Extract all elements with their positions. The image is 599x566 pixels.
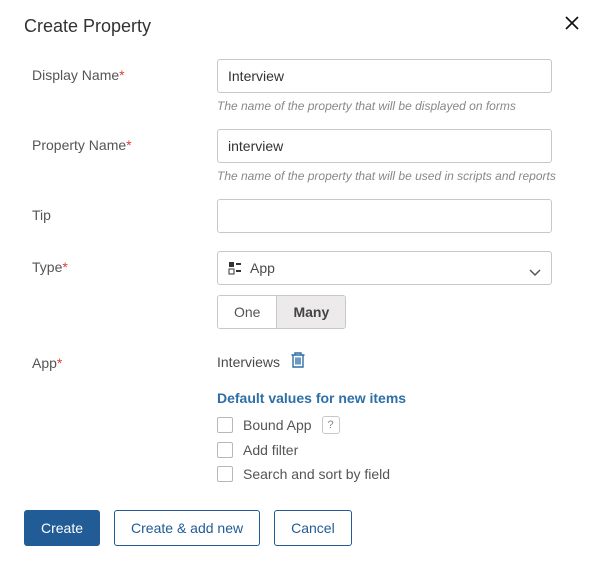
tip-label: Tip	[32, 199, 217, 251]
property-name-label: Property Name*	[32, 129, 217, 199]
display-name-input[interactable]	[217, 59, 552, 93]
create-property-modal: Create Property Display Name* The name o…	[0, 0, 599, 566]
add-filter-checkbox[interactable]	[217, 442, 233, 458]
close-icon	[563, 14, 581, 32]
app-type-icon	[228, 261, 242, 275]
create-add-new-button[interactable]: Create & add new	[114, 510, 260, 546]
display-name-label: Display Name*	[32, 59, 217, 129]
help-icon: ?	[327, 419, 333, 431]
display-name-label-text: Display Name	[32, 67, 119, 83]
search-sort-label: Search and sort by field	[243, 466, 390, 482]
chevron-down-icon	[529, 264, 541, 280]
create-button[interactable]: Create	[24, 510, 100, 546]
property-name-label-text: Property Name	[32, 137, 126, 153]
form-body: Display Name* The name of the property t…	[24, 59, 575, 490]
required-asterisk: *	[126, 137, 131, 153]
tip-label-text: Tip	[32, 207, 51, 223]
cardinality-one[interactable]: One	[218, 296, 276, 328]
type-select-value: App	[250, 260, 275, 276]
type-select[interactable]: App	[217, 251, 552, 285]
required-asterisk: *	[62, 259, 67, 275]
cardinality-toggle: One Many	[217, 295, 346, 329]
cardinality-many[interactable]: Many	[276, 296, 345, 328]
app-value: Interviews	[217, 354, 280, 370]
property-name-input[interactable]	[217, 129, 552, 163]
defaults-section-title: Default values for new items	[217, 390, 575, 406]
tip-input[interactable]	[217, 199, 552, 233]
search-sort-checkbox[interactable]	[217, 466, 233, 482]
add-filter-label: Add filter	[243, 442, 298, 458]
app-label: App*	[32, 347, 217, 490]
property-name-help: The name of the property that will be us…	[217, 169, 575, 183]
modal-footer: Create Create & add new Cancel	[24, 510, 575, 546]
required-asterisk: *	[57, 355, 62, 371]
app-label-text: App	[32, 355, 57, 371]
type-label-text: Type	[32, 259, 62, 275]
display-name-help: The name of the property that will be di…	[217, 99, 575, 113]
required-asterisk: *	[119, 67, 124, 83]
type-label: Type*	[32, 251, 217, 347]
delete-app-button[interactable]	[290, 351, 306, 372]
trash-icon	[290, 351, 306, 369]
close-button[interactable]	[563, 14, 581, 35]
bound-app-label: Bound App	[243, 417, 312, 433]
bound-app-checkbox[interactable]	[217, 417, 233, 433]
modal-title: Create Property	[24, 16, 575, 37]
cancel-button[interactable]: Cancel	[274, 510, 352, 546]
bound-app-help-button[interactable]: ?	[322, 416, 340, 434]
